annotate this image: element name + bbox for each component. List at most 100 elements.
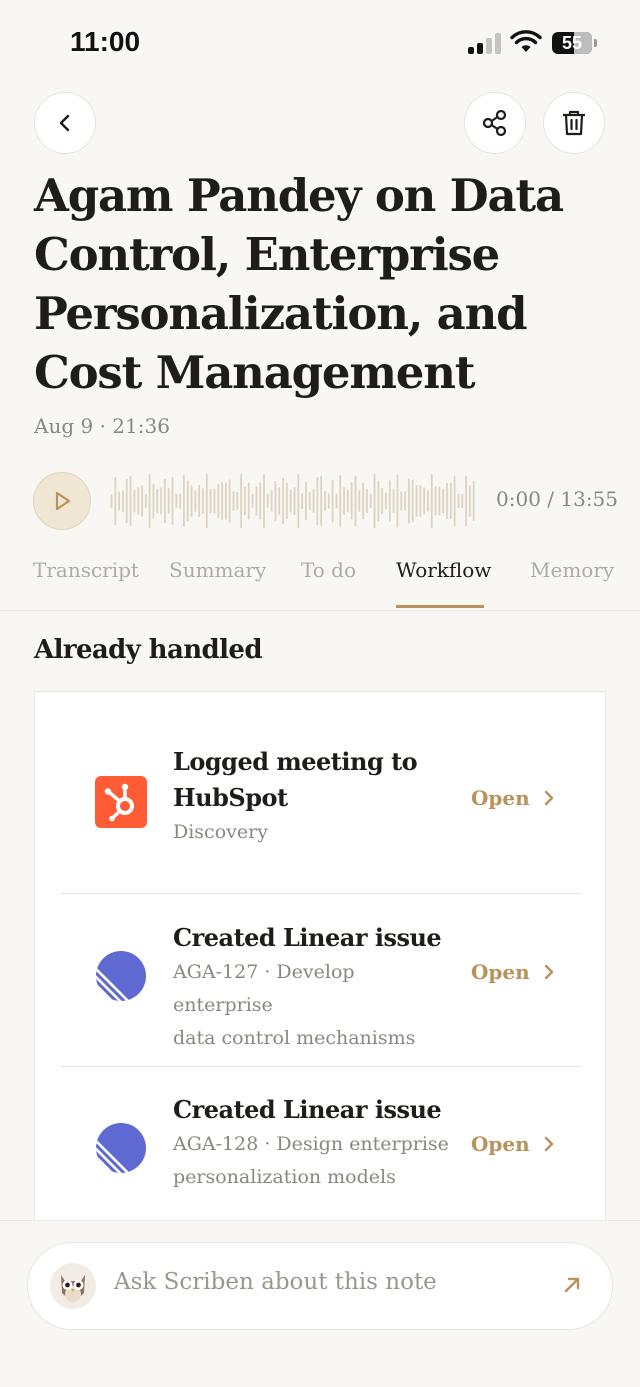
waveform-bar <box>335 493 338 509</box>
waveform-bar <box>152 483 155 519</box>
waveform-bar <box>442 488 445 514</box>
note-date: Aug 9 · 21:36 <box>34 414 170 438</box>
back-button[interactable] <box>34 92 96 154</box>
item-title: Created Linear issue <box>173 923 442 952</box>
waveform-bar <box>392 489 395 513</box>
waveform-bar <box>266 493 269 509</box>
waveform-bar <box>358 490 361 512</box>
delete-button[interactable] <box>543 92 605 154</box>
waveform-bar <box>293 486 296 516</box>
waveform-bar <box>446 482 448 520</box>
chevron-right-icon <box>544 790 553 806</box>
list-item[interactable]: Created Linear issue AGA-127 · Develop e… <box>35 920 605 1070</box>
tab-summary[interactable]: Summary <box>169 558 266 582</box>
share-button[interactable] <box>464 92 526 154</box>
waveform-bar <box>179 493 182 509</box>
waveform-bar <box>137 487 140 515</box>
waveform-bar <box>472 480 475 521</box>
linear-icon <box>96 951 146 1001</box>
status-bar: 11:00 55 <box>0 0 640 84</box>
tab-to-do[interactable]: To do <box>301 558 356 582</box>
waveform-bar <box>423 487 426 515</box>
waveform-bar <box>362 482 365 520</box>
battery-level: 55 <box>561 33 583 53</box>
tab-transcript[interactable]: Transcript <box>33 558 139 582</box>
open-label: Open <box>471 786 530 810</box>
waveform-bar <box>407 478 410 524</box>
waveform-bar <box>236 491 239 511</box>
waveform-bar <box>228 479 231 523</box>
waveform-bar <box>427 490 429 512</box>
waveform-bar <box>350 482 353 520</box>
item-subtitle: data control mechanisms <box>173 1027 416 1049</box>
play-icon <box>55 491 71 511</box>
waveform-bar <box>301 492 304 510</box>
battery-icon: 55 <box>552 32 592 54</box>
waveform-bar <box>217 483 220 519</box>
arrow-up-right-icon[interactable] <box>560 1273 584 1297</box>
waveform-bar <box>289 489 292 513</box>
waveform-bar <box>411 479 414 523</box>
waveform-bar <box>202 488 204 514</box>
waveform-bar <box>377 480 380 522</box>
workflow-card: Logged meeting to HubSpot Discovery Open… <box>34 691 606 1251</box>
cellular-signal-icon <box>468 32 502 54</box>
waveform-bar <box>404 491 406 511</box>
waveform-bar <box>312 489 315 513</box>
playback-time: 0:00 / 13:55 <box>496 487 619 511</box>
item-subtitle: AGA-127 · Develop enterprise <box>173 961 355 1016</box>
audio-waveform[interactable] <box>110 474 476 528</box>
waveform-bar <box>468 485 471 517</box>
waveform-bar <box>457 493 460 509</box>
section-title: Already handled <box>34 635 263 665</box>
note-title: Agam Pandey on Data Control, Enterprise … <box>34 169 564 399</box>
waveform-bar <box>369 493 372 509</box>
waveform-bar <box>270 490 273 512</box>
waveform-bar <box>308 491 311 511</box>
open-link[interactable]: Open <box>471 1132 556 1156</box>
ask-placeholder: Ask Scriben about this note <box>114 1269 437 1295</box>
waveform-bar <box>263 474 265 528</box>
open-link[interactable]: Open <box>471 786 556 810</box>
waveform-bar <box>240 474 243 528</box>
open-label: Open <box>471 960 530 984</box>
waveform-bar <box>224 482 227 520</box>
waveform-bar <box>259 482 262 520</box>
status-time: 11:00 <box>70 26 141 57</box>
waveform-bar <box>465 475 467 527</box>
waveform-bar <box>251 493 254 509</box>
hubspot-icon <box>95 776 147 828</box>
battery-tip <box>594 39 597 47</box>
tab-workflow[interactable]: Workflow <box>396 558 491 582</box>
waveform-bar <box>156 488 159 514</box>
open-link[interactable]: Open <box>471 960 556 984</box>
waveform-bar <box>247 482 250 520</box>
waveform-bar <box>305 481 307 521</box>
waveform-bar <box>346 489 349 513</box>
divider <box>61 893 581 894</box>
waveform-bar <box>354 475 357 527</box>
waveform-bar <box>373 474 376 528</box>
waveform-bar <box>175 494 178 508</box>
waveform-bar <box>278 487 281 515</box>
ask-scriben-input[interactable]: Ask Scriben about this note <box>27 1242 613 1330</box>
divider <box>61 1066 581 1067</box>
waveform-bar <box>186 480 189 522</box>
wifi-icon <box>510 30 542 52</box>
waveform-bar <box>221 482 223 520</box>
waveform-bar <box>255 486 258 516</box>
waveform-bar <box>122 490 124 512</box>
waveform-bar <box>400 491 403 511</box>
waveform-bar <box>274 480 277 522</box>
item-title: HubSpot <box>173 783 288 812</box>
waveform-bar <box>213 488 216 514</box>
tab-memory[interactable]: Memory <box>530 558 614 582</box>
list-item[interactable]: Logged meeting to HubSpot Discovery Open <box>35 744 605 894</box>
waveform-bar <box>114 476 117 526</box>
play-button[interactable] <box>33 472 91 530</box>
waveform-bar <box>144 494 147 508</box>
item-subtitle: Discovery <box>173 821 268 843</box>
waveform-bar <box>171 477 174 525</box>
waveform-bar <box>285 482 288 520</box>
open-label: Open <box>471 1132 530 1156</box>
